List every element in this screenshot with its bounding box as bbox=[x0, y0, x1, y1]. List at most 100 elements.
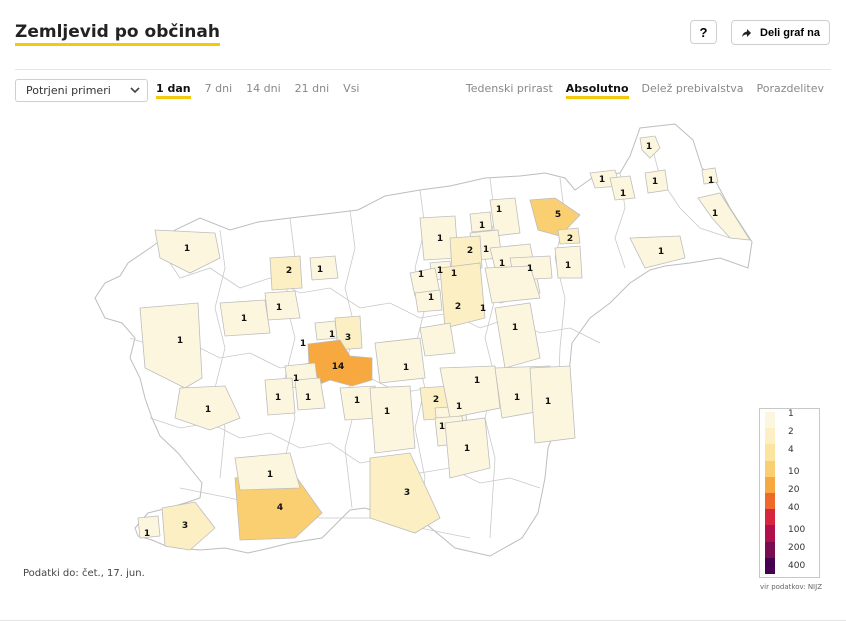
legend-color-swatch bbox=[765, 412, 775, 429]
legend-color-swatch bbox=[765, 428, 775, 445]
map-value-label: 1 bbox=[652, 177, 658, 187]
legend-color-swatch bbox=[765, 509, 775, 526]
header-divider bbox=[15, 69, 831, 70]
tab-range-7-days[interactable]: 7 dni bbox=[205, 82, 233, 99]
map-value-label: 1 bbox=[275, 393, 281, 403]
map-value-label: 1 bbox=[305, 393, 311, 403]
municipality-map: 1 1 1 1 1 5 2 1 1 1 1 1 1 2 1 1 1 1 1 1 … bbox=[94, 123, 753, 557]
map-value-label: 1 bbox=[708, 176, 714, 186]
municipality-region[interactable] bbox=[369, 385, 416, 454]
tab-range-14-days[interactable]: 14 dni bbox=[246, 82, 281, 99]
legend-tick: 20 bbox=[788, 485, 800, 495]
legend-color-swatch bbox=[765, 444, 775, 461]
map-value-label: 1 bbox=[496, 205, 502, 215]
map-value-label: 1 bbox=[451, 269, 457, 279]
map-value-label: 1 bbox=[418, 270, 424, 280]
legend-tick: 2 bbox=[788, 427, 794, 437]
legend-color-swatch bbox=[765, 525, 775, 542]
display-mode-tabs: Tedenski prirast Absolutno Delež prebiva… bbox=[466, 82, 824, 99]
map-value-label: 1 bbox=[241, 314, 247, 324]
map-value-label: 1 bbox=[464, 444, 470, 454]
legend-color-swatch bbox=[765, 492, 775, 510]
map-value-label: 1 bbox=[527, 264, 533, 274]
map-value-label: 1 bbox=[483, 245, 489, 255]
legend-tick: 4 bbox=[788, 445, 794, 455]
municipality-region[interactable] bbox=[264, 290, 301, 321]
map-value-label: 1 bbox=[317, 265, 323, 275]
map-value-label: 5 bbox=[555, 210, 561, 220]
map-value-label: 1 bbox=[439, 422, 445, 432]
tab-range-1-day[interactable]: 1 dan bbox=[156, 82, 191, 99]
map-value-label: 2 bbox=[455, 302, 461, 312]
share-button[interactable]: Deli graf na bbox=[731, 20, 830, 45]
map-value-label: 1 bbox=[474, 376, 480, 386]
share-arrow-icon bbox=[742, 28, 752, 37]
map-value-label: 1 bbox=[267, 470, 273, 480]
tab-population-share[interactable]: Delež prebivalstva bbox=[642, 82, 744, 99]
help-label: ? bbox=[699, 24, 708, 40]
map-value-label: 1 bbox=[300, 339, 306, 349]
map-value-label: 1 bbox=[428, 293, 434, 303]
municipality-region[interactable] bbox=[419, 322, 456, 357]
tab-range-all[interactable]: Vsi bbox=[343, 82, 359, 99]
municipality-region[interactable] bbox=[374, 337, 426, 384]
map-value-label: 1 bbox=[456, 402, 462, 412]
map-value-label: 3 bbox=[404, 488, 410, 498]
tab-weekly-growth[interactable]: Tedenski prirast bbox=[466, 82, 553, 99]
map-value-label: 1 bbox=[499, 259, 505, 269]
map-value-label: 3 bbox=[345, 333, 351, 343]
map-value-label: 4 bbox=[277, 503, 283, 513]
legend-color-swatch bbox=[765, 557, 775, 574]
map-value-label: 1 bbox=[479, 221, 485, 231]
municipality-region[interactable] bbox=[309, 255, 339, 281]
legend-color-bar bbox=[765, 412, 775, 574]
map-value-label: 1 bbox=[205, 405, 211, 415]
data-source-label: vir podatkov: NIJZ bbox=[760, 583, 822, 591]
map-value-label: 2 bbox=[567, 234, 573, 244]
footer-divider bbox=[0, 620, 846, 621]
share-label: Deli graf na bbox=[760, 26, 820, 39]
map-value-label: 1 bbox=[293, 374, 299, 384]
map-value-label: 1 bbox=[437, 234, 443, 244]
legend-color-swatch bbox=[765, 541, 775, 558]
legend-tick: 10 bbox=[788, 467, 800, 477]
map-value-label: 1 bbox=[276, 303, 282, 313]
map-value-label: 1 bbox=[403, 363, 409, 373]
map-value-label: 1 bbox=[712, 209, 718, 219]
map-value-label: 1 bbox=[514, 393, 520, 403]
map-value-label: 1 bbox=[384, 407, 390, 417]
legend-tick: 1 bbox=[788, 409, 794, 419]
map-value-label: 1 bbox=[545, 397, 551, 407]
map-value-label: 1 bbox=[354, 396, 360, 406]
map-value-label: 1 bbox=[144, 529, 150, 539]
time-range-tabs: 1 dan 7 dni 14 dni 21 dni Vsi bbox=[156, 82, 359, 99]
chevron-down-icon bbox=[130, 87, 140, 94]
municipality-region[interactable] bbox=[529, 365, 576, 444]
map-value-label: 14 bbox=[332, 362, 345, 372]
map-value-label: 2 bbox=[467, 246, 473, 256]
municipality-region[interactable] bbox=[439, 365, 501, 419]
map-value-label: 3 bbox=[182, 521, 188, 531]
legend-color-swatch bbox=[765, 460, 775, 477]
map-value-label: 1 bbox=[658, 247, 664, 257]
map-value-label: 2 bbox=[433, 395, 439, 405]
map-value-label: 1 bbox=[329, 330, 335, 340]
tab-range-21-days[interactable]: 21 dni bbox=[295, 82, 330, 99]
help-button[interactable]: ? bbox=[690, 20, 717, 44]
tab-distribution[interactable]: Porazdelitev bbox=[757, 82, 824, 99]
map-value-label: 1 bbox=[184, 244, 190, 254]
color-legend: 1 2 4 10 20 40 100 200 400 bbox=[759, 408, 820, 578]
map-value-label: 2 bbox=[286, 266, 292, 276]
map-value-label: 1 bbox=[437, 266, 443, 276]
measure-select-value: Potrjeni primeri bbox=[26, 84, 111, 97]
map-value-label: 1 bbox=[646, 142, 652, 152]
map-value-label: 1 bbox=[620, 189, 626, 199]
municipality-region[interactable] bbox=[439, 262, 486, 329]
page-title: Zemljevid po občinah bbox=[15, 22, 220, 46]
map-value-label: 1 bbox=[599, 175, 605, 185]
legend-color-swatch bbox=[765, 476, 775, 493]
measure-select[interactable]: Potrjeni primeri bbox=[15, 79, 148, 102]
map-value-label: 1 bbox=[177, 336, 183, 346]
tab-absolute[interactable]: Absolutno bbox=[565, 82, 629, 99]
legend-tick: 200 bbox=[788, 543, 806, 553]
